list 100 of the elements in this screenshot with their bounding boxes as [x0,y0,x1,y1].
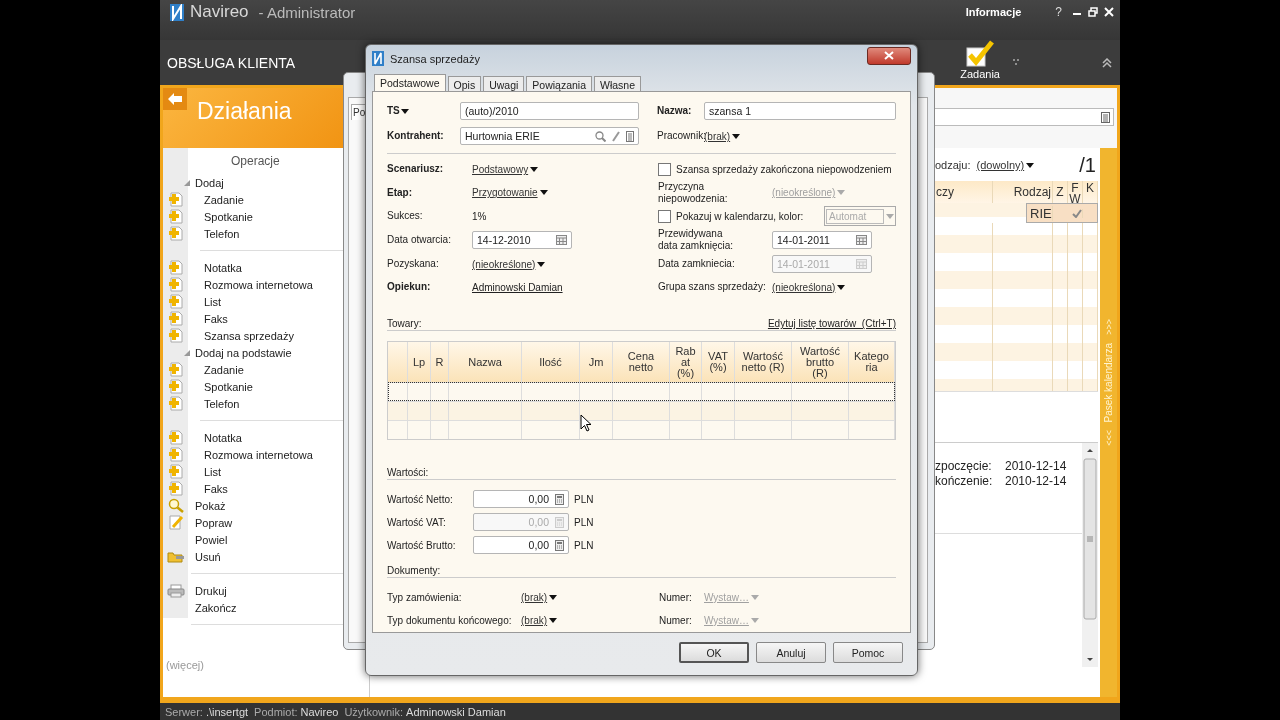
date-field[interactable]: 14-12-2010 [472,231,572,250]
dropdown[interactable]: (nieokreślona) [772,281,846,293]
add-icon [167,294,184,309]
checkbox[interactable] [658,162,671,176]
menu-item[interactable]: Faks [188,312,228,325]
menu-item[interactable]: List [188,465,222,478]
caret-icon [400,108,409,114]
field-label: Przyczyna niepowodzenia: [658,180,729,205]
menu-item[interactable]: Zadanie [188,193,244,206]
more-icon[interactable] [1012,57,1020,68]
add-icon [167,328,184,343]
list-icon[interactable] [1101,111,1110,123]
column-header[interactable]: Wartość brutto (R) [792,342,849,383]
text-field[interactable]: (auto)/2010 [460,102,639,121]
edit-link[interactable]: Edytuj listę towarów (Ctrl+T) [767,318,896,330]
back-button[interactable] [163,88,187,110]
caret-icon [530,166,539,172]
column-header[interactable]: Rab at (%) [670,342,702,383]
tab[interactable]: Uwagi [483,76,525,91]
cursor-icon [580,414,592,432]
menu-group[interactable]: Dodaj [195,176,224,189]
tab[interactable]: Podstawowe [374,74,446,91]
info-link[interactable]: Informacje [965,6,1022,18]
detail-value: 2010-12-14 [1005,459,1068,474]
column-header[interactable]: Lp [408,342,431,383]
status-label: Użytkownik: [344,705,404,718]
text-field[interactable]: Hurtownia ERIE [460,127,639,146]
tasks-button[interactable]: Zadania [960,39,1000,80]
section-heading: Wartości: [387,466,429,478]
dropdown[interactable]: (brak) [521,614,558,626]
field-label: Etap: [387,186,413,199]
column-header[interactable]: Ilość [522,342,580,383]
dialog-button[interactable]: Pomoc [833,642,903,663]
calendar-icon[interactable] [556,235,567,246]
menu-item[interactable]: Telefon [188,397,240,410]
add-icon [167,430,184,445]
date-field[interactable]: 14-01-2011 [772,231,872,250]
menu-label[interactable]: TS [387,105,460,118]
menu-item[interactable]: Rozmowa internetowa [188,448,313,461]
dialog-button[interactable]: OK [679,642,749,663]
search-icon[interactable] [595,130,606,142]
add-icon [167,481,184,496]
column-header[interactable]: Jm [580,342,613,383]
menu-item[interactable]: Notatka [188,431,242,444]
tab[interactable]: Własne [594,76,642,91]
menu-item[interactable]: Notatka [188,261,242,274]
dialog-button[interactable]: Anuluj [756,642,826,663]
menu-group[interactable]: Dodaj na podstawie [195,346,292,359]
dropdown[interactable]: (nieokreślone) [472,258,546,270]
checkmark-icon [964,39,997,68]
number-field[interactable]: 0,00 [473,536,569,555]
text-field[interactable]: szansa 1 [704,102,896,121]
close-icon [884,51,894,60]
menu-item[interactable]: Pokaż [188,499,226,512]
close-button[interactable] [867,46,911,65]
column-header[interactable]: Wartość netto (R) [735,342,792,383]
menu-item[interactable]: Drukuj [188,584,227,597]
menu-item[interactable]: Spotkanie [188,380,253,393]
dropdown[interactable]: (brak) [521,591,558,603]
dropdown[interactable]: Podstawowy [472,163,539,175]
tab[interactable]: Powiązania [526,76,593,91]
menu-item[interactable]: List [188,295,222,308]
expand-triangle-icon[interactable] [184,349,190,356]
number-field[interactable]: 0,00 [473,490,569,509]
pencil-icon[interactable] [612,130,620,142]
list-icon[interactable] [626,130,634,142]
field-label: Wartość VAT: [387,516,447,528]
menu-item[interactable]: Zakończ [188,601,237,614]
tab[interactable]: Opis [447,76,482,91]
column-header[interactable]: Nazwa [449,342,522,383]
dropdown[interactable]: (dowolny) [976,159,1035,171]
menu-item[interactable]: Szansa sprzedaży [188,329,294,342]
menu-item[interactable]: Telefon [188,227,240,240]
column-header[interactable]: VAT (%) [702,342,735,383]
calculator-icon[interactable] [555,493,564,505]
caret-icon [549,594,558,600]
calculator-icon[interactable] [555,539,564,551]
column-header[interactable]: R [431,342,449,383]
left-arrow-icon [167,92,183,106]
menu-item[interactable]: Popraw [188,516,233,529]
menu-item[interactable]: Faks [188,482,228,495]
link[interactable]: Adminowski Damian [472,281,563,293]
collapse-icon[interactable] [1102,57,1112,68]
pencil-icon [167,515,184,530]
menu-item[interactable]: Zadanie [188,363,244,376]
help-button[interactable]: ? [1055,5,1062,19]
dropdown[interactable]: Przygotowanie [472,187,548,199]
restore-icon[interactable] [1088,7,1098,17]
scrollbar[interactable] [1082,443,1098,667]
column-header[interactable]: Cena netto [613,342,670,383]
dropdown[interactable]: (brak) [704,130,741,142]
menu-item[interactable]: Powiel [188,533,228,546]
menu-item[interactable]: Rozmowa internetowa [188,278,313,291]
menu-item[interactable]: Spotkanie [188,210,253,223]
expand-triangle-icon[interactable] [184,179,190,186]
close-icon[interactable] [1104,7,1114,17]
table-row[interactable]: RIE [1026,203,1098,223]
column-header[interactable]: Katego ria [849,342,895,383]
menu-item[interactable]: Usuń [188,550,221,563]
calendar-icon[interactable] [856,235,867,246]
